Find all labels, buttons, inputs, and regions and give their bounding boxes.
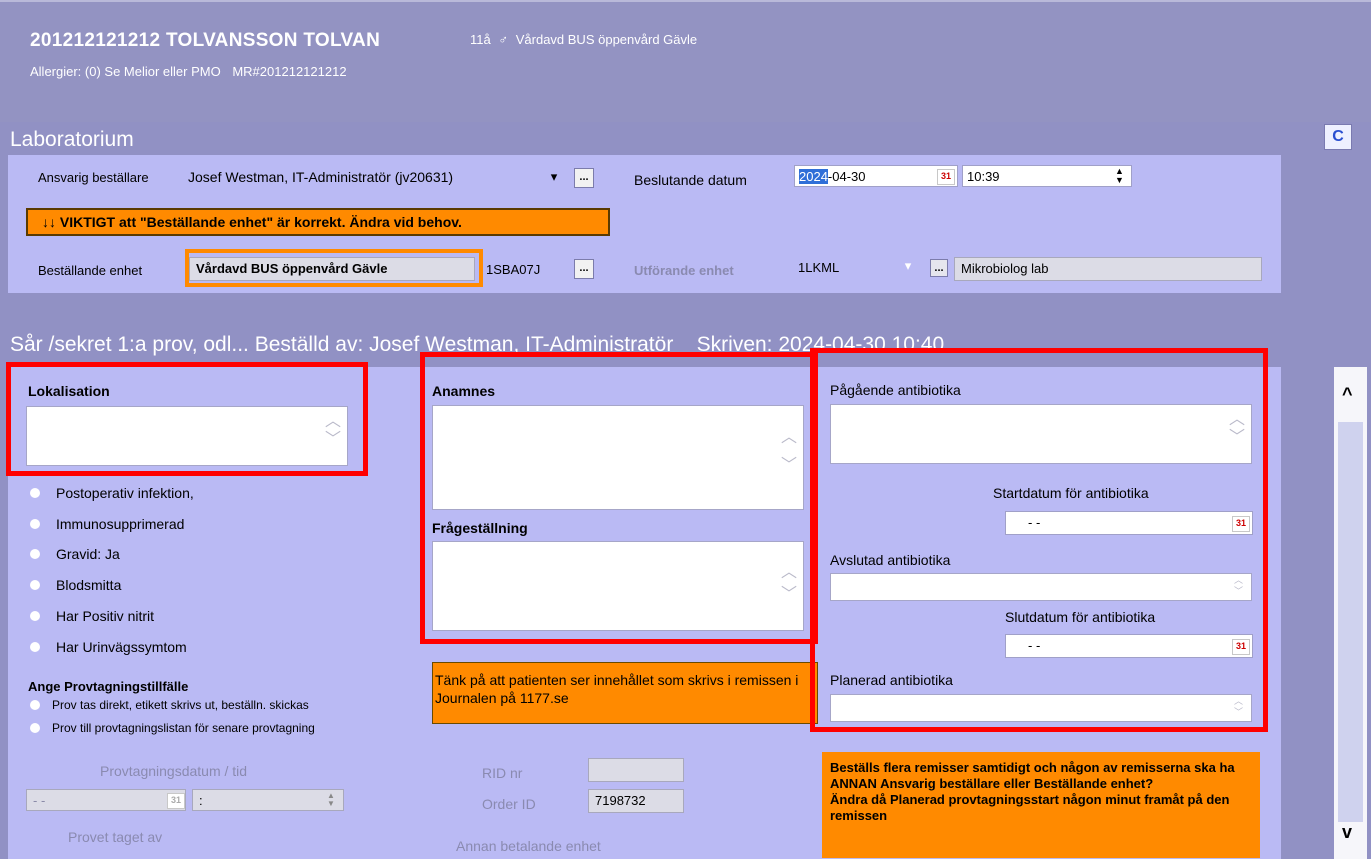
provtagning-option-label: Prov till provtagningslistan för senare … (52, 721, 315, 735)
check-label: Gravid: Ja (56, 546, 120, 562)
chevron-down-icon[interactable]: ▾ (544, 167, 564, 187)
prov-time-value: : (199, 793, 203, 808)
prov-date-value: - - (33, 793, 46, 808)
patient-age: 11å (470, 32, 491, 47)
annotation-box-lokalisation (6, 362, 368, 476)
check-label: Immunosupprimerad (56, 516, 185, 532)
chevron-down-icon[interactable]: ▾ (898, 256, 918, 276)
check-immuno[interactable]: Immunosupprimerad (30, 516, 184, 532)
annotation-box-anamnes (420, 352, 818, 644)
bestallande-label: Beställande enhet (38, 263, 143, 278)
order-id-field: 7198732 (588, 789, 684, 813)
patient-info: 11å ♂ Vårdavd BUS öppenvård Gävle (470, 32, 697, 47)
check-label: Har Urinvägssymtom (56, 639, 187, 655)
check-nitrit[interactable]: Har Positiv nitrit (30, 608, 154, 624)
bestallande-browse-button[interactable]: ... (574, 259, 594, 279)
patient-unit: Vårdavd BUS öppenvård Gävle (515, 32, 698, 47)
date-year: 2024 (799, 168, 828, 184)
ansvarig-value: Josef Westman, IT-Administratör (jv20631… (188, 169, 454, 185)
time-value: 10:39 (967, 168, 1000, 184)
utforande-code: 1LKML (798, 259, 840, 275)
radio-icon[interactable] (30, 723, 40, 733)
radio-icon[interactable] (30, 549, 40, 559)
scroll-down-icon[interactable]: v (1342, 822, 1352, 843)
scrollbar-thumb[interactable] (1338, 422, 1363, 822)
beslutande-time-field[interactable]: 10:39 ▲ ▼ (962, 165, 1132, 187)
patient-name: 201212121212 TOLVANSSON TOLVAN (30, 30, 381, 51)
utforande-browse-button[interactable]: ... (930, 259, 948, 277)
utforande-select[interactable]: 1LKML ▾ (798, 256, 920, 278)
annan-betalande-label: Annan betalande enhet (456, 838, 601, 854)
provtagning-senare[interactable]: Prov till provtagningslistan för senare … (30, 721, 315, 735)
check-urin[interactable]: Har Urinvägssymtom (30, 639, 187, 655)
journal-info-box: Tänk på att patienten ser innehållet som… (432, 662, 818, 724)
multi-remiss-warning: Beställs flera remisser samtidigt och nå… (822, 752, 1260, 858)
mr-number: MR#201212121212 (232, 64, 347, 79)
utforande-name-field: Mikrobiolog lab (954, 257, 1262, 281)
rid-field[interactable] (588, 758, 684, 782)
calendar-icon[interactable]: 31 (167, 793, 185, 809)
check-postoperativ[interactable]: Postoperativ infektion, (30, 485, 194, 501)
radio-icon[interactable] (30, 519, 40, 529)
check-gravid[interactable]: Gravid: Ja (30, 546, 120, 562)
bestallande-code: 1SBA07J (486, 262, 541, 277)
ansvarig-browse-button[interactable]: ... (574, 168, 594, 188)
radio-icon[interactable] (30, 611, 40, 621)
order-id-label: Order ID (482, 796, 536, 812)
calendar-icon[interactable]: 31 (937, 169, 955, 185)
check-blodsmitta[interactable]: Blodsmitta (30, 577, 121, 593)
radio-icon[interactable] (30, 642, 40, 652)
lab-section-title: Laboratorium (10, 128, 134, 151)
bestallande-field[interactable]: Vårdavd BUS öppenvård Gävle (189, 257, 475, 281)
check-label: Blodsmitta (56, 577, 122, 593)
beslutande-label: Beslutande datum (634, 172, 747, 188)
allergy-line: Allergier: (0) Se Melior eller PMO MR#20… (30, 64, 347, 79)
patient-header (0, 0, 1371, 122)
time-spinner-icon[interactable]: ▲ ▼ (1115, 167, 1124, 185)
date-rest: -04-30 (827, 168, 866, 184)
radio-icon[interactable] (30, 700, 40, 710)
provtagningsdatum-label: Provtagningsdatum / tid (100, 763, 248, 779)
viktigt-warning: ↓↓ VIKTIGT att "Beställande enhet" är ko… (26, 208, 610, 236)
prov-date-field[interactable]: - - 31 (26, 789, 186, 811)
time-spinner-icon[interactable]: ▲ ▼ (327, 792, 335, 808)
prov-time-field[interactable]: : ▲ ▼ (192, 789, 344, 811)
beslutande-date-field[interactable]: 2024 -04-30 31 (794, 165, 958, 187)
scroll-up-icon[interactable]: ^ (1342, 384, 1353, 405)
annotation-box-antibiotika (810, 348, 1268, 732)
allergy-text: Allergier: (0) Se Melior eller PMO (30, 64, 221, 79)
ansvarig-select[interactable]: Josef Westman, IT-Administratör (jv20631… (188, 165, 568, 189)
radio-icon[interactable] (30, 580, 40, 590)
ansvarig-label: Ansvarig beställare (38, 170, 149, 185)
rid-label: RID nr (482, 765, 523, 781)
radio-icon[interactable] (30, 488, 40, 498)
provet-taget-label: Provet taget av (68, 829, 163, 845)
provtagning-direkt[interactable]: Prov tas direkt, etikett skrivs ut, best… (30, 698, 309, 712)
provtagning-option-label: Prov tas direkt, etikett skrivs ut, best… (52, 698, 309, 712)
refresh-icon[interactable]: C (1324, 124, 1352, 150)
check-label: Har Positiv nitrit (56, 608, 155, 624)
check-label: Postoperativ infektion, (56, 485, 194, 501)
male-icon: ♂ (498, 32, 509, 47)
provtagning-title: Ange Provtagningstillfälle (28, 679, 189, 694)
utforande-label: Utförande enhet (634, 263, 734, 278)
